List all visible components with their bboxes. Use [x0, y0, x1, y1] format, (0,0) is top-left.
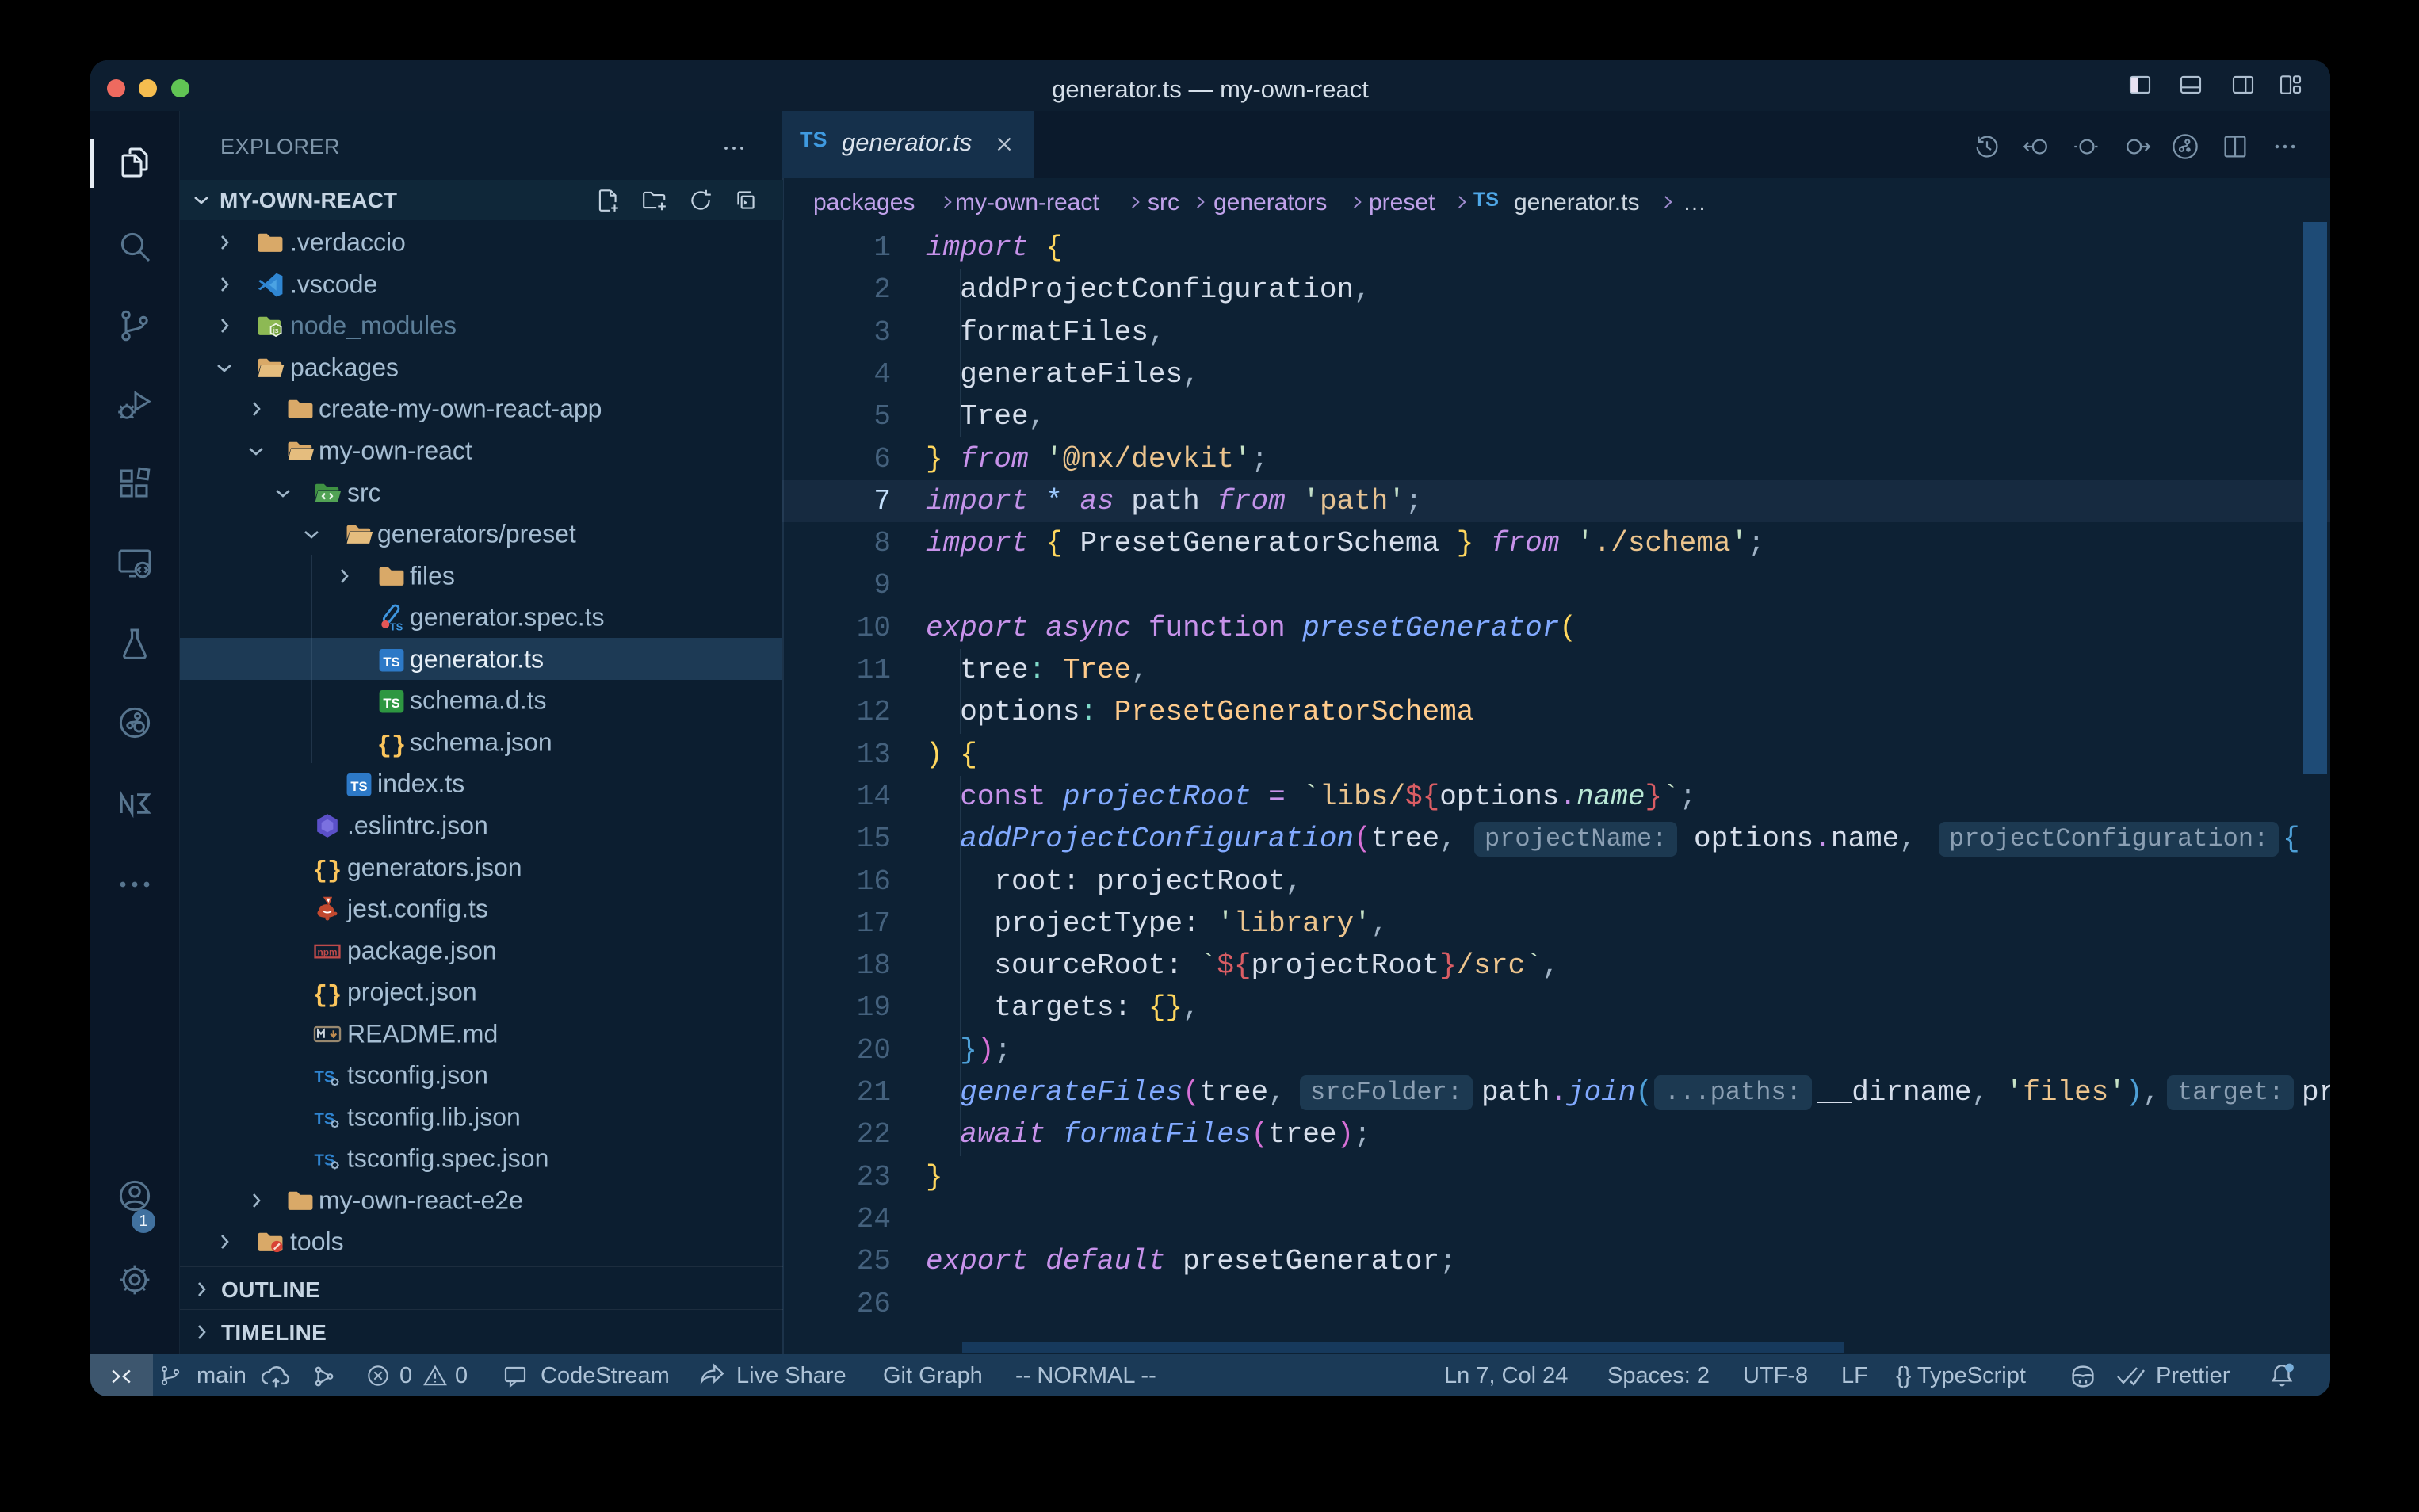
svg-text:TS: TS [350, 779, 367, 794]
svg-text:{}: {} [312, 982, 342, 1007]
svg-text:{}: {} [376, 732, 406, 758]
svg-text:TS: TS [383, 655, 399, 670]
svg-text:{}: {} [312, 857, 342, 882]
svg-text:TS: TS [390, 621, 403, 632]
svg-text:npm: npm [317, 946, 337, 957]
svg-text:js: js [273, 326, 279, 335]
svg-text:TS: TS [383, 696, 399, 711]
